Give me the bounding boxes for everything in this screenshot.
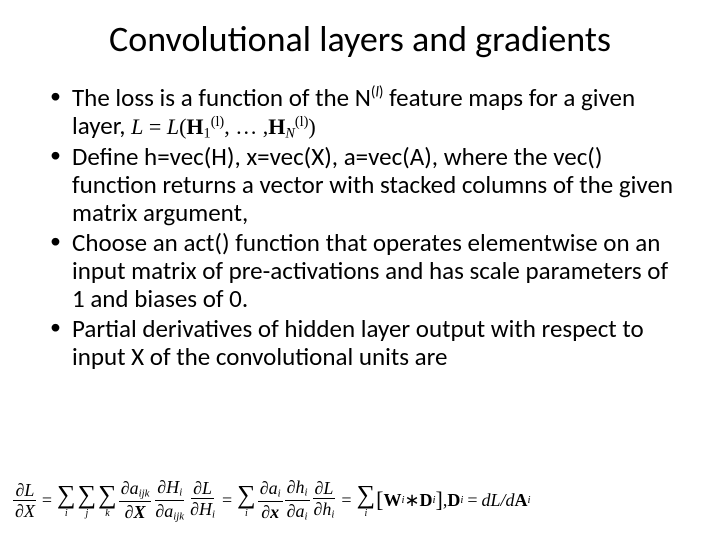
frac-dL-dX: ∂L ∂X bbox=[13, 481, 37, 520]
eq-suplN: (l) bbox=[295, 114, 309, 130]
slide: Convolutional layers and gradients The l… bbox=[0, 0, 720, 540]
den-daijk: ∂a bbox=[155, 501, 173, 521]
sub-i-4: i bbox=[305, 487, 308, 499]
bracket-open: [ bbox=[376, 487, 383, 513]
eq-Lfn: L bbox=[167, 114, 179, 139]
den-dHi: ∂H bbox=[190, 499, 212, 519]
eq-subN: N bbox=[285, 125, 295, 141]
sub-i-6: i bbox=[331, 509, 334, 521]
frac-daijk-dX: ∂aijk ∂X bbox=[119, 479, 152, 520]
bullet-3: Choose an act() function that operates e… bbox=[50, 229, 680, 313]
den-dhi: ∂h bbox=[314, 499, 332, 519]
den-dX: ∂X bbox=[15, 501, 35, 521]
eq-sub1: 1 bbox=[204, 125, 211, 141]
num-dhi: ∂h bbox=[287, 477, 305, 497]
eq-4: = bbox=[467, 490, 477, 511]
num-dL-2: ∂L bbox=[193, 478, 212, 498]
sum-i-2: ∑i bbox=[237, 482, 256, 519]
sub-ijk-1: ijk bbox=[139, 488, 150, 500]
bottom-equation: ∂L ∂X = ∑i ∑j ∑k ∂aijk ∂X ∂Hi ∂aijk ∂L ∂… bbox=[12, 478, 708, 522]
eq-L: L bbox=[131, 114, 143, 139]
sum-i-1: ∑i bbox=[57, 482, 76, 519]
A: A bbox=[515, 490, 528, 511]
bullet-1-text-a: The loss is a function of the N bbox=[72, 82, 371, 113]
eq-3: = bbox=[341, 490, 351, 511]
eq-supl1: (l) bbox=[211, 114, 225, 130]
D2: D bbox=[447, 490, 460, 511]
A-sub: i bbox=[528, 494, 531, 506]
eq-H1: H bbox=[186, 114, 203, 139]
eq-close: ) bbox=[308, 114, 315, 139]
sum-k: ∑k bbox=[98, 482, 117, 519]
frac-dL-dHi: ∂L ∂Hi bbox=[188, 479, 217, 520]
bullet-2: Define h=vec(H), x=vec(X), a=vec(A), whe… bbox=[50, 143, 680, 227]
bullet-1: The loss is a function of the N(l) featu… bbox=[50, 84, 680, 142]
frac-dL-dhi: ∂L ∂hi bbox=[312, 479, 337, 520]
sub-ijk-2: ijk bbox=[173, 510, 184, 522]
bullet-4: Partial derivatives of hidden layer outp… bbox=[50, 315, 680, 371]
conv-star: ∗ bbox=[404, 490, 419, 511]
frac-dhi-dai: ∂hi ∂ai bbox=[285, 478, 310, 522]
sub-i-1: i bbox=[179, 487, 182, 499]
num-dHi: ∂H bbox=[157, 477, 179, 497]
sub-i-2: i bbox=[212, 509, 215, 521]
W: W bbox=[383, 490, 401, 511]
eq-HN: H bbox=[268, 114, 285, 139]
sub-i-3: i bbox=[278, 488, 281, 500]
D: D bbox=[420, 490, 433, 511]
eq-1: = bbox=[42, 490, 52, 511]
D2-sub: i bbox=[460, 494, 463, 506]
den-dai: ∂a bbox=[287, 501, 305, 521]
num-daijk: ∂a bbox=[121, 478, 139, 498]
num-dai: ∂a bbox=[260, 478, 278, 498]
eq-2: = bbox=[222, 490, 232, 511]
den-dx: ∂x bbox=[261, 502, 279, 522]
bracket-close: ] bbox=[436, 487, 443, 513]
sum-i-3: ∑i bbox=[357, 482, 376, 519]
bullet-list: The loss is a function of the N(l) featu… bbox=[40, 84, 680, 372]
sub-i-5: i bbox=[305, 510, 308, 522]
num-dL: ∂L bbox=[15, 480, 34, 500]
num-dL-3: ∂L bbox=[315, 478, 334, 498]
dLd: dL/d bbox=[482, 490, 515, 511]
eq-equals: = bbox=[143, 114, 166, 139]
den-dX-2: ∂X bbox=[125, 502, 146, 522]
frac-dHi-daijk: ∂Hi ∂aijk bbox=[153, 478, 186, 522]
eq-dots: , … , bbox=[224, 114, 268, 139]
frac-dai-dx: ∂ai ∂x bbox=[258, 479, 283, 520]
inline-equation: L = L(H1(l), … ,HN(l)) bbox=[131, 114, 316, 139]
slide-title: Convolutional layers and gradients bbox=[40, 20, 680, 60]
sum-j: ∑j bbox=[78, 482, 97, 519]
